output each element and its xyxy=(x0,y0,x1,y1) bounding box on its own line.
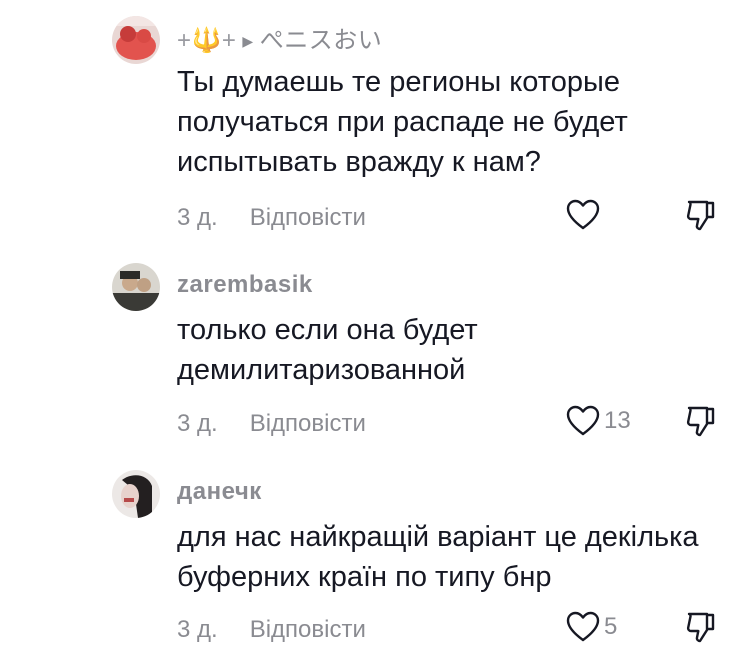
reply-button[interactable]: Відповісти xyxy=(250,616,366,643)
comment-time: 3 д. xyxy=(177,616,218,643)
heart-outline-icon[interactable] xyxy=(566,611,600,643)
avatar[interactable] xyxy=(112,470,160,518)
thumbs-down-outline-icon[interactable] xyxy=(684,610,718,644)
comment-item: данечк для нас найкращій варіант це декі… xyxy=(0,0,750,658)
comment-username[interactable]: данечк xyxy=(177,478,262,506)
comment-text: для нас найкращій варіант це декілька бу… xyxy=(177,521,699,593)
like-count: 5 xyxy=(604,613,618,640)
dislike-button[interactable] xyxy=(684,610,718,644)
like-button[interactable]: 5 xyxy=(566,611,617,643)
comment-meta: 3 д. Відповісти xyxy=(177,616,366,644)
